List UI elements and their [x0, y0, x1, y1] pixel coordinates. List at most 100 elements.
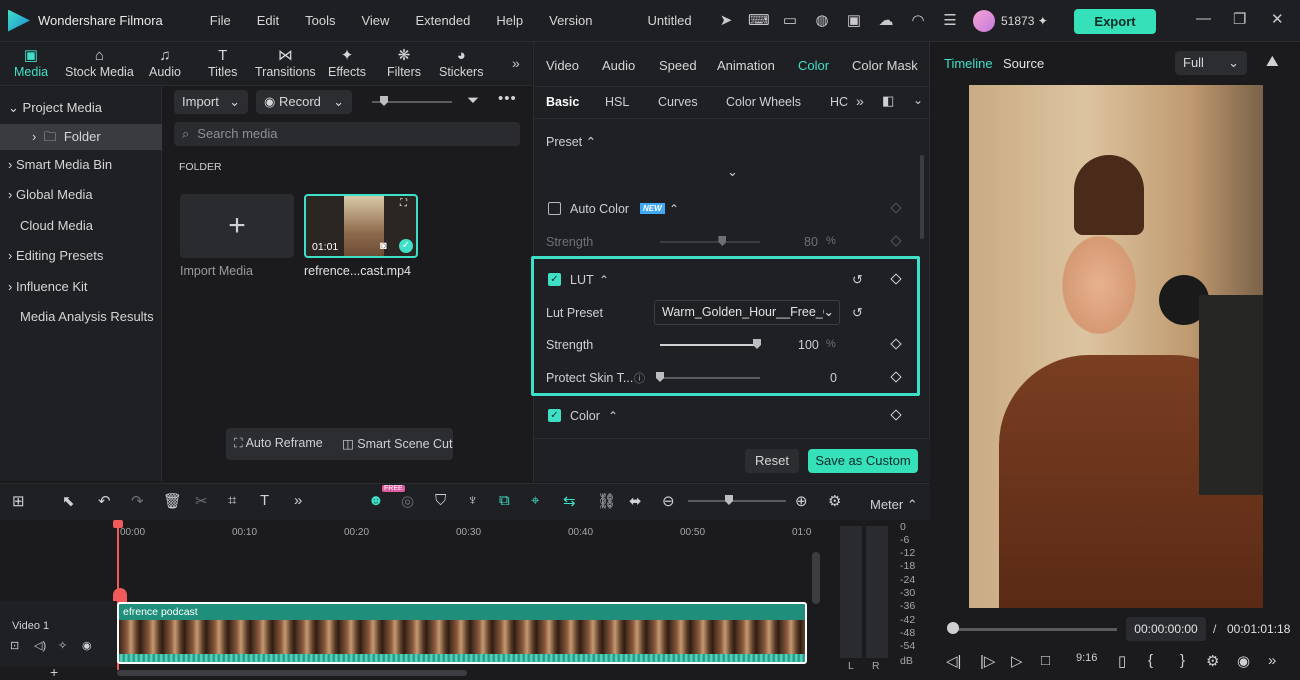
crop-icon[interactable]: ⌗	[228, 492, 236, 509]
auto-reframe-button[interactable]: ⛶ Auto Reframe	[234, 436, 323, 451]
zoom-in-icon[interactable]: ⊕	[795, 492, 808, 510]
chevron-up-icon[interactable]: ⌃	[669, 202, 679, 216]
export-button[interactable]: Export	[1074, 9, 1156, 34]
expand-icon[interactable]: ⛶	[400, 198, 407, 209]
lut-checkbox[interactable]: ✓	[548, 273, 561, 286]
tab-filters[interactable]: ❋ Filters	[387, 47, 421, 79]
sidebar-item-influence-kit[interactable]: › Influence Kit	[0, 274, 162, 300]
snapshot-view-icon[interactable]: ⛰	[1266, 53, 1279, 70]
auto-color-checkbox[interactable]	[548, 202, 561, 215]
camera-icon[interactable]: ◉	[1237, 652, 1250, 670]
stop-icon[interactable]: □	[1041, 652, 1050, 669]
subtab-curves[interactable]: Curves	[658, 95, 698, 109]
record-dropdown[interactable]: ◉ Record ⌄	[256, 90, 352, 114]
tab-source-preview[interactable]: Source	[1003, 56, 1044, 71]
tab-titles[interactable]: T Titles	[208, 47, 237, 79]
menu-version[interactable]: Version	[536, 13, 605, 28]
sidebar-item-project-media[interactable]: ⌄ Project Media	[0, 95, 162, 121]
color-checkbox[interactable]: ✓	[548, 409, 561, 422]
keyboard-icon[interactable]: ⌨	[748, 11, 770, 31]
video-preview-frame[interactable]	[969, 85, 1263, 608]
protect-skin-slider[interactable]	[660, 377, 760, 379]
inspector-scrollbar[interactable]	[920, 155, 924, 239]
snap-icon[interactable]: ⌖	[531, 492, 539, 509]
mask-icon[interactable]: ⛉	[435, 492, 446, 509]
tab-stock-media[interactable]: ⌂ Stock Media	[65, 47, 134, 79]
mark-out-icon[interactable]: }	[1180, 652, 1185, 669]
save-icon[interactable]: ▣	[844, 11, 864, 31]
mark-in-icon[interactable]: {	[1148, 652, 1153, 669]
lock-icon[interactable]: ⊡	[10, 639, 19, 652]
tab-video[interactable]: Video	[546, 58, 579, 73]
chevron-down-icon[interactable]: ⌄	[727, 164, 738, 180]
lut-preset-select[interactable]: Warm_Golden_Hour__Free_Ci ⌄	[654, 300, 840, 325]
redo-icon[interactable]: ↷	[131, 492, 144, 510]
support-icon[interactable]: ◍	[812, 11, 832, 31]
subtab-basic[interactable]: Basic	[546, 95, 579, 109]
step-back-icon[interactable]: ◁|	[946, 652, 961, 670]
menu-extended[interactable]: Extended	[402, 13, 483, 28]
layout-grid-icon[interactable]: ⊞	[12, 492, 25, 510]
auto-ripple-icon[interactable]: ⇆	[563, 492, 576, 510]
auto-strength-slider[interactable]	[660, 241, 760, 243]
info-icon[interactable]: ⓘ	[634, 370, 645, 386]
timeline-settings-icon[interactable]: ⚙	[828, 492, 841, 510]
sidebar-item-media-analysis[interactable]: Media Analysis Results	[0, 304, 162, 330]
tab-speed[interactable]: Speed	[659, 58, 697, 73]
tab-audio[interactable]: ♫ Audio	[149, 47, 181, 79]
undo-icon[interactable]: ↶	[98, 492, 111, 510]
subtab-hsl[interactable]: HSL	[605, 95, 629, 109]
tab-timeline-preview[interactable]: Timeline	[944, 56, 993, 71]
split-audio-icon[interactable]: ⧉	[499, 492, 510, 509]
restore-icon[interactable]: ❐	[1233, 10, 1246, 28]
playhead-handle[interactable]	[113, 520, 123, 528]
tab-audio-props[interactable]: Audio	[602, 58, 635, 73]
chevron-up-icon[interactable]: ⌃	[608, 409, 618, 423]
preview-scrubber-thumb[interactable]	[947, 622, 959, 634]
zoom-out-icon[interactable]: ⊖	[662, 492, 675, 510]
menu-file[interactable]: File	[197, 13, 244, 28]
compare-icon[interactable]: ◧	[882, 93, 894, 109]
fit-timeline-icon[interactable]: ⬌	[629, 492, 642, 510]
audio-beat-icon[interactable]: ♆	[467, 492, 478, 509]
play-frame-icon[interactable]: |▷	[980, 652, 995, 670]
search-media-field[interactable]: ⌕ Search media	[174, 122, 520, 146]
sidebar-item-cloud-media[interactable]: Cloud Media	[0, 213, 162, 239]
smart-scene-cut-button[interactable]: ◫ Smart Scene Cut	[342, 436, 452, 451]
layout-icon[interactable]: ▭	[780, 11, 800, 31]
import-dropdown[interactable]: Import ⌄	[174, 90, 248, 114]
sidebar-item-global-media[interactable]: › Global Media	[0, 182, 162, 208]
avatar[interactable]	[973, 10, 995, 32]
credits-count[interactable]: 51873 ✦	[1001, 14, 1048, 28]
timeline-h-scrollbar[interactable]	[117, 670, 467, 676]
tab-color[interactable]: Color	[798, 58, 829, 73]
reset-icon[interactable]: ↺	[852, 305, 863, 321]
tab-transitions[interactable]: ⋈ Transitions	[255, 47, 316, 79]
play-icon[interactable]: ▷	[1011, 652, 1023, 670]
menu-edit[interactable]: Edit	[244, 13, 292, 28]
volume-icon[interactable]: ◁)	[34, 639, 46, 652]
eye-icon[interactable]: ◉	[82, 639, 92, 652]
preset-section[interactable]: Preset ⌃	[546, 134, 596, 149]
reset-icon[interactable]: ↺	[852, 272, 863, 288]
more-tools-icon[interactable]: »	[294, 492, 302, 509]
chevron-down-icon[interactable]: ⌄	[913, 93, 923, 107]
menu-help[interactable]: Help	[483, 13, 536, 28]
timeline-v-scrollbar[interactable]	[812, 552, 820, 604]
subtab-hc[interactable]: HC	[830, 95, 848, 109]
save-as-custom-button[interactable]: Save as Custom	[808, 449, 918, 473]
menu-view[interactable]: View	[348, 13, 402, 28]
cloud-upload-icon[interactable]: ☁	[876, 11, 896, 31]
ai-copilot-icon[interactable]: ☻	[368, 492, 384, 509]
chevron-up-icon[interactable]: ⌃	[599, 273, 609, 287]
minimize-icon[interactable]: —	[1196, 10, 1211, 27]
tab-stickers[interactable]: ◕ Stickers	[439, 47, 483, 79]
import-media-tile[interactable]: +	[180, 194, 294, 258]
select-tool-icon[interactable]: ⬉	[62, 492, 75, 510]
tab-media[interactable]: ▣ Media	[14, 47, 48, 79]
clip-thumbnail[interactable]: ⛶ 01:01 ◙ ✓	[304, 194, 418, 258]
more-subtabs-icon[interactable]: »	[856, 93, 864, 109]
more-controls-icon[interactable]: »	[1268, 652, 1276, 669]
menu-tools[interactable]: Tools	[292, 13, 348, 28]
aspect-ratio-icon[interactable]: 9:16	[1076, 652, 1097, 664]
